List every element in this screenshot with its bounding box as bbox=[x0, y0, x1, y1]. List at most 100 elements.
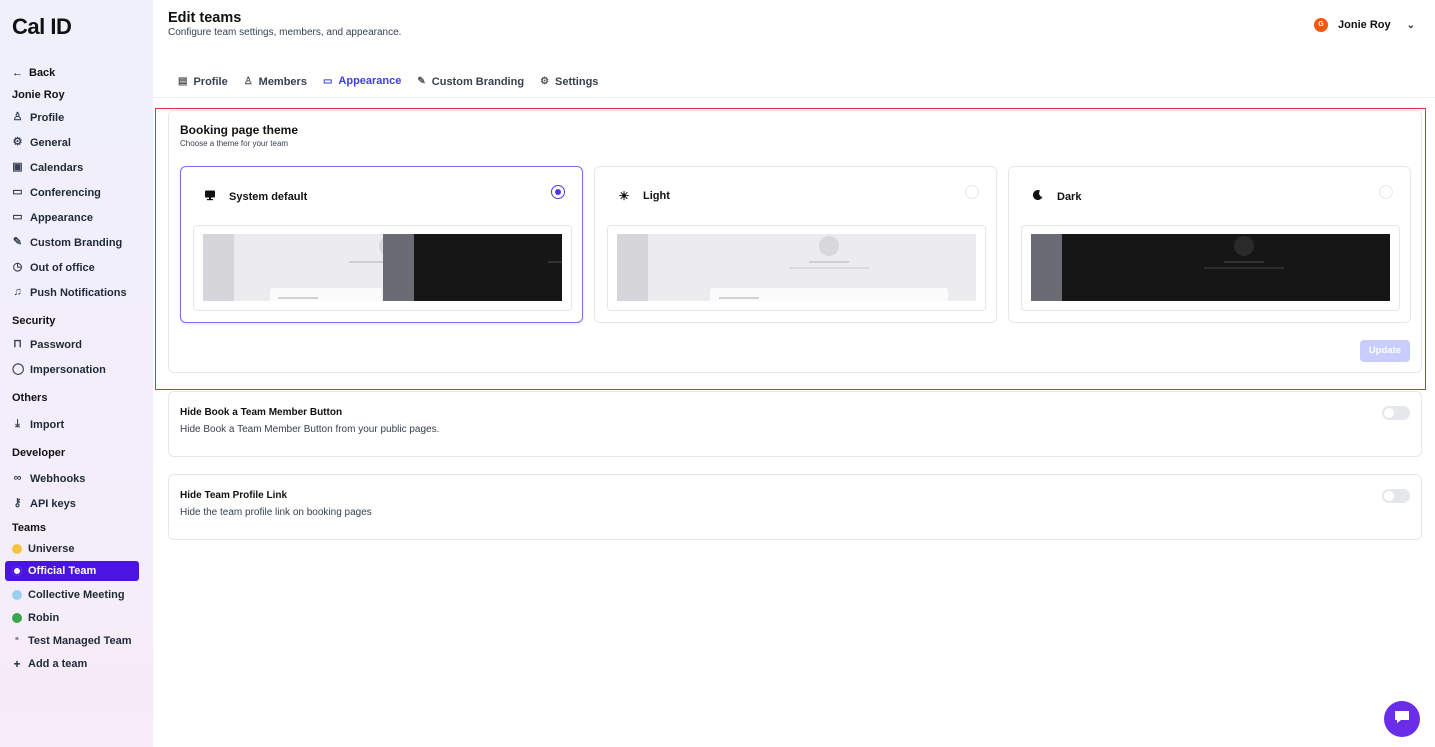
sidebar-item-calendars[interactable]: ▣ Calendars bbox=[0, 155, 153, 180]
tab-label: Settings bbox=[555, 75, 599, 88]
sidebar-item-label: API keys bbox=[30, 497, 76, 510]
setting-description: Hide Book a Team Member Button from your… bbox=[180, 424, 440, 435]
update-button[interactable]: Update bbox=[1360, 340, 1410, 362]
sidebar-item-import[interactable]: ⤓ Import bbox=[0, 412, 153, 437]
team-item-label: Collective Meeting bbox=[28, 588, 125, 601]
monitor-tab-icon: ▭ bbox=[322, 75, 333, 87]
sidebar-item-profile[interactable]: ♙ Profile bbox=[0, 105, 153, 130]
theme-option-system[interactable]: System default bbox=[180, 166, 583, 323]
page-subtitle: Configure team settings, members, and ap… bbox=[168, 27, 402, 38]
sidebar-item-impersonation[interactable]: ◯ Impersonation bbox=[0, 357, 153, 382]
monitor-icon bbox=[203, 189, 217, 204]
gear-icon: ⚙ bbox=[12, 136, 23, 148]
user-name: Jonie Roy bbox=[1338, 19, 1391, 31]
back-link[interactable]: ← Back bbox=[0, 66, 153, 80]
sidebar-item-conferencing[interactable]: ▭ Conferencing bbox=[0, 180, 153, 205]
tab-custom-branding[interactable]: ✎ Custom Branding bbox=[409, 70, 532, 98]
theme-preview-light bbox=[617, 234, 976, 301]
tab-label: Members bbox=[258, 75, 307, 88]
setting-description: Hide the team profile link on booking pa… bbox=[180, 507, 372, 518]
calendar-icon: ▣ bbox=[12, 161, 23, 173]
avatar: G bbox=[1314, 18, 1329, 32]
team-item-label: Official Team bbox=[28, 565, 97, 577]
preview-frame bbox=[1021, 225, 1400, 311]
arrow-left-icon: ← bbox=[12, 67, 23, 79]
team-item-label: Universe bbox=[28, 542, 75, 555]
sidebar-item-label: Impersonation bbox=[30, 363, 106, 376]
sidebar-item-password[interactable]: ⊓ Password bbox=[0, 332, 153, 357]
tab-label: Appearance bbox=[338, 75, 402, 87]
section-title-teams: Teams bbox=[12, 522, 47, 534]
sidebar-item-push-notifications[interactable]: ♫ Push Notifications bbox=[0, 280, 153, 305]
section-title-user: Jonie Roy bbox=[12, 89, 65, 101]
theme-preview-dark bbox=[1031, 234, 1390, 301]
tab-divider bbox=[153, 97, 1435, 98]
sidebar-item-label: General bbox=[30, 136, 71, 149]
team-item-official-team[interactable]: Official Team bbox=[5, 561, 139, 581]
sidebar-item-custom-branding[interactable]: ✎ Custom Branding bbox=[0, 230, 153, 255]
sidebar-item-label: Out of office bbox=[30, 261, 95, 274]
shield-icon: ◯ bbox=[12, 363, 25, 375]
plus-icon: + bbox=[13, 656, 21, 671]
team-official-icon bbox=[12, 566, 22, 576]
clock-icon: ◷ bbox=[12, 261, 23, 273]
app-logo: Cal ID bbox=[12, 14, 72, 39]
tab-members[interactable]: ♙ Members bbox=[236, 70, 315, 98]
radio-light[interactable] bbox=[965, 185, 979, 199]
sidebar-item-appearance[interactable]: ▭ Appearance bbox=[0, 205, 153, 230]
sidebar-item-label: Webhooks bbox=[30, 472, 86, 485]
team-managed-icon: “ bbox=[15, 635, 19, 645]
radio-system[interactable] bbox=[551, 185, 565, 199]
team-universe-icon bbox=[12, 543, 22, 554]
team-item-label: Test Managed Team bbox=[28, 634, 132, 647]
hide-book-member-toggle[interactable] bbox=[1382, 406, 1410, 420]
team-item-collective-meeting[interactable]: Collective Meeting bbox=[0, 583, 153, 606]
tab-label: Profile bbox=[193, 75, 228, 88]
team-robin-icon bbox=[12, 612, 22, 623]
tab-profile[interactable]: ▤ Profile bbox=[170, 70, 236, 98]
sidebar-item-label: Custom Branding bbox=[30, 236, 123, 249]
page-header: Edit teams Configure team settings, memb… bbox=[168, 10, 401, 38]
sidebar-item-out-of-office[interactable]: ◷ Out of office bbox=[0, 255, 153, 280]
video-icon: ▭ bbox=[12, 186, 23, 198]
sidebar-item-label: Profile bbox=[30, 111, 65, 124]
tab-bar: ▤ Profile ♙ Members ▭ Appearance ✎ Custom Brand… bbox=[170, 70, 606, 98]
team-item-universe[interactable]: Universe bbox=[0, 537, 153, 560]
team-item-robin[interactable]: Robin bbox=[0, 606, 153, 629]
chevron-down-icon: ⌄ bbox=[1406, 19, 1415, 31]
setting-hide-profile-link: Hide Team Profile Link Hide the team pro… bbox=[168, 474, 1422, 540]
setting-title: Hide Team Profile Link bbox=[180, 490, 288, 501]
sidebar-item-label: Import bbox=[30, 418, 65, 431]
team-collective-icon bbox=[12, 589, 22, 600]
theme-preview-system bbox=[203, 234, 562, 301]
theme-subtitle: Choose a theme for your team bbox=[180, 139, 289, 148]
download-icon: ⤓ bbox=[15, 418, 20, 430]
page-title: Edit teams bbox=[168, 10, 242, 26]
hide-profile-link-toggle[interactable] bbox=[1382, 489, 1410, 503]
webhook-icon: ∞ bbox=[13, 472, 22, 484]
tab-appearance[interactable]: ▭ Appearance bbox=[314, 70, 410, 98]
sidebar-item-general[interactable]: ⚙ General bbox=[0, 130, 153, 155]
brush-tab-icon: ✎ bbox=[417, 76, 426, 87]
key-icon: ⚷ bbox=[13, 497, 22, 509]
user-icon: ♙ bbox=[12, 111, 23, 123]
sidebar-item-webhooks[interactable]: ∞ Webhooks bbox=[0, 466, 153, 491]
sidebar: Cal ID ← Back Jonie Roy ♙ Profile ⚙ General… bbox=[0, 0, 153, 747]
user-menu[interactable]: G Jonie Roy ⌄ bbox=[1314, 18, 1415, 32]
tab-settings[interactable]: ⚙ Settings bbox=[532, 70, 606, 98]
add-team-button[interactable]: + Add a team bbox=[0, 652, 153, 675]
sidebar-item-api-keys[interactable]: ⚷ API keys bbox=[0, 491, 153, 516]
sun-icon: ☀ bbox=[618, 189, 630, 203]
theme-option-dark[interactable]: Dark bbox=[1008, 166, 1411, 323]
add-team-label: Add a team bbox=[28, 657, 88, 670]
theme-option-light[interactable]: ☀ Light bbox=[594, 166, 997, 323]
preview-frame bbox=[607, 225, 986, 311]
section-title-developer: Developer bbox=[12, 447, 66, 459]
monitor-icon: ▭ bbox=[12, 211, 23, 223]
radio-dark[interactable] bbox=[1379, 185, 1393, 199]
members-tab-icon: ♙ bbox=[243, 76, 253, 87]
chat-button[interactable] bbox=[1384, 701, 1420, 737]
bell-icon: ♫ bbox=[13, 286, 22, 298]
team-item-test-managed-team[interactable]: “ Test Managed Team bbox=[0, 629, 153, 652]
sidebar-item-label: Appearance bbox=[30, 211, 93, 224]
